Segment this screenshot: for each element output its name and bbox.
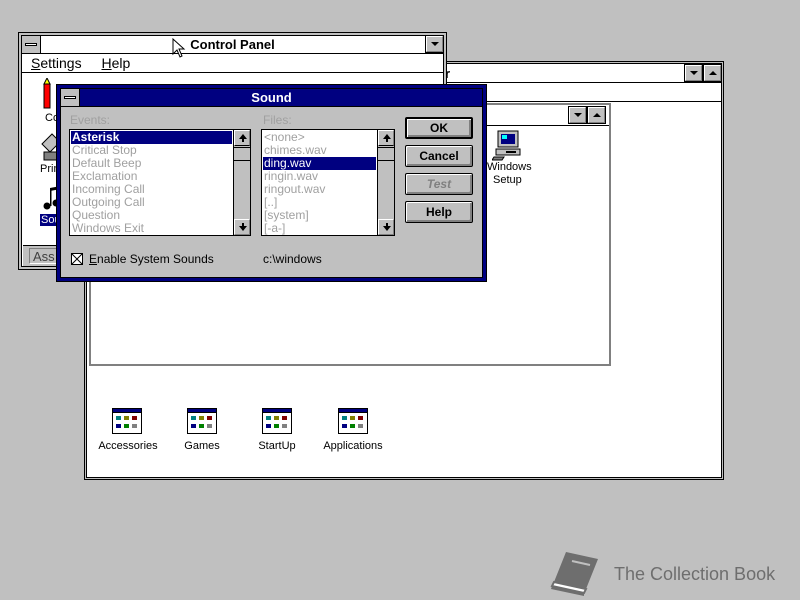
minimize-button[interactable]	[684, 64, 703, 82]
book-logo-icon	[550, 552, 598, 596]
control-panel-title: Control Panel	[190, 37, 275, 52]
event-item[interactable]: Windows Exit	[72, 222, 144, 235]
scroll-down-button[interactable]	[378, 219, 394, 235]
control-panel-menubar: Settings Help	[22, 54, 443, 73]
events-scrollbar[interactable]	[233, 130, 250, 235]
scroll-thumb[interactable]	[234, 147, 250, 161]
checkbox-checked-icon	[71, 253, 83, 265]
menu-mnemonic: S	[31, 55, 41, 71]
menu-label: ettings	[40, 55, 82, 71]
status-text: Ass	[33, 249, 55, 264]
files-label: Files:	[263, 113, 292, 127]
mouse-pointer-icon	[172, 38, 186, 58]
menu-mnemonic: H	[101, 55, 112, 71]
program-group-icon	[187, 408, 217, 434]
files-scrollbar[interactable]	[377, 130, 394, 235]
checkbox-mnemonic: E	[89, 252, 98, 266]
system-menu-icon	[64, 96, 76, 99]
program-group-icon	[338, 408, 368, 434]
windows-setup-label: Windows	[487, 161, 532, 173]
sound-path: c:\windows	[263, 252, 322, 266]
files-listbox[interactable]: <none> chimes.wav ding.wav ringin.wav ri…	[261, 129, 395, 236]
windows-setup-icon	[492, 130, 521, 161]
minimize-icon	[689, 71, 698, 75]
sound-dialog-titlebar[interactable]: Sound	[61, 89, 482, 107]
scroll-down-arrow-icon	[383, 223, 391, 231]
control-panel-minimize-button[interactable]	[425, 35, 444, 53]
control-panel-titlebar[interactable]: Control Panel	[22, 36, 443, 54]
maximize-button[interactable]	[703, 64, 722, 82]
events-label: Events:	[70, 113, 111, 127]
maximize-icon	[708, 71, 717, 75]
scroll-down-arrow-icon	[239, 223, 247, 231]
ok-button[interactable]: OK	[405, 117, 473, 139]
watermark-text: The Collection Book	[614, 564, 776, 584]
system-menu-icon	[25, 43, 37, 46]
main-group-maximize-button[interactable]	[587, 106, 606, 124]
program-group-icon	[262, 408, 292, 434]
cancel-button[interactable]: Cancel	[405, 145, 473, 167]
minimize-icon	[430, 42, 439, 46]
checkbox-label: nable System Sounds	[97, 252, 214, 266]
test-button[interactable]: Test	[405, 173, 473, 195]
scroll-thumb[interactable]	[378, 147, 394, 161]
menu-label: elp	[111, 55, 131, 71]
help-button[interactable]: Help	[405, 201, 473, 223]
program-group-icon	[112, 408, 142, 434]
scroll-up-button[interactable]	[234, 130, 250, 146]
enable-system-sounds-label: Enable System Sounds	[89, 252, 214, 266]
events-listbox[interactable]: Asterisk Critical Stop Default Beep Excl…	[69, 129, 251, 236]
windows-setup-label-line2: Setup	[493, 174, 522, 186]
maximize-icon	[592, 113, 601, 117]
scroll-up-arrow-icon	[383, 134, 391, 142]
sound-dialog-system-menu-button[interactable]	[61, 89, 80, 106]
main-group-minimize-button[interactable]	[568, 106, 587, 124]
scroll-down-button[interactable]	[234, 219, 250, 235]
sound-dialog: Sound Events: Asterisk Critical Stop Def…	[60, 88, 483, 278]
scroll-up-button[interactable]	[378, 130, 394, 146]
sound-dialog-title: Sound	[251, 90, 292, 105]
group-label: Applications	[323, 440, 383, 452]
control-panel-system-menu-button[interactable]	[22, 36, 41, 53]
file-item[interactable]: [-a-]	[264, 222, 285, 235]
scroll-up-arrow-icon	[239, 134, 247, 142]
menu-settings[interactable]: Settings	[31, 55, 82, 71]
minimize-icon	[573, 113, 582, 117]
menu-help[interactable]: Help	[101, 55, 130, 71]
